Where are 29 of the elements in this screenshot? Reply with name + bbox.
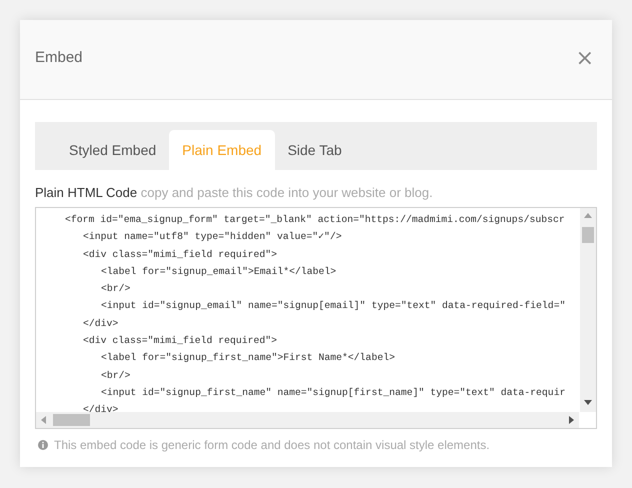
- tab[interactable]: Side Tab: [274, 130, 355, 170]
- code-line: <input name="utf8" type="hidden" value="✓"/>: [83, 230, 342, 244]
- code-line: <label for="signup_email">Email*</label>: [101, 264, 336, 279]
- vertical-scrollbar[interactable]: [580, 208, 596, 412]
- horizontal-scrollbar[interactable]: [36, 412, 579, 428]
- scroll-down-icon[interactable]: [584, 400, 592, 405]
- code-field[interactable]: [35, 207, 597, 429]
- scroll-right-icon[interactable]: [569, 416, 574, 424]
- code-line: <label for="signup_first_name">First Name*</label>: [101, 351, 395, 366]
- code-line: <input id="signup_email" name="signup[email]" type="text" data-required-field=": [101, 299, 566, 314]
- code-hint: copy and paste this code into your website or blog.: [140, 185, 433, 200]
- scroll-thumb[interactable]: [53, 414, 90, 426]
- code-line: <form id="ema_signup_form" target="_blank" action="https://madmimi.com/signups/subscr: [65, 213, 565, 227]
- code-line: </div>: [83, 316, 118, 331]
- info-note: This embed code is generic form code and does not contain visual style elements.: [54, 437, 490, 454]
- code-line: <div class="mimi_field required">: [83, 248, 278, 262]
- close-button[interactable]: ×: [576, 48, 594, 70]
- code-line: <br/>: [101, 282, 130, 296]
- code-line: <input id="signup_first_name" name="signup[first_name]" type="text" data-requir: [101, 386, 566, 400]
- scroll-left-icon[interactable]: [41, 416, 46, 424]
- code-line: <div class="mimi_field required">: [83, 334, 278, 348]
- code-line: </div>: [83, 403, 118, 418]
- info-icon: [38, 440, 48, 450]
- tab[interactable]: Styled Embed: [56, 130, 170, 170]
- scroll-thumb[interactable]: [582, 227, 594, 243]
- code-label: Plain HTML Code: [35, 185, 138, 200]
- scroll-up-icon[interactable]: [584, 213, 592, 218]
- dialog-title: Embed: [35, 48, 83, 68]
- code-line: <br/>: [101, 368, 130, 383]
